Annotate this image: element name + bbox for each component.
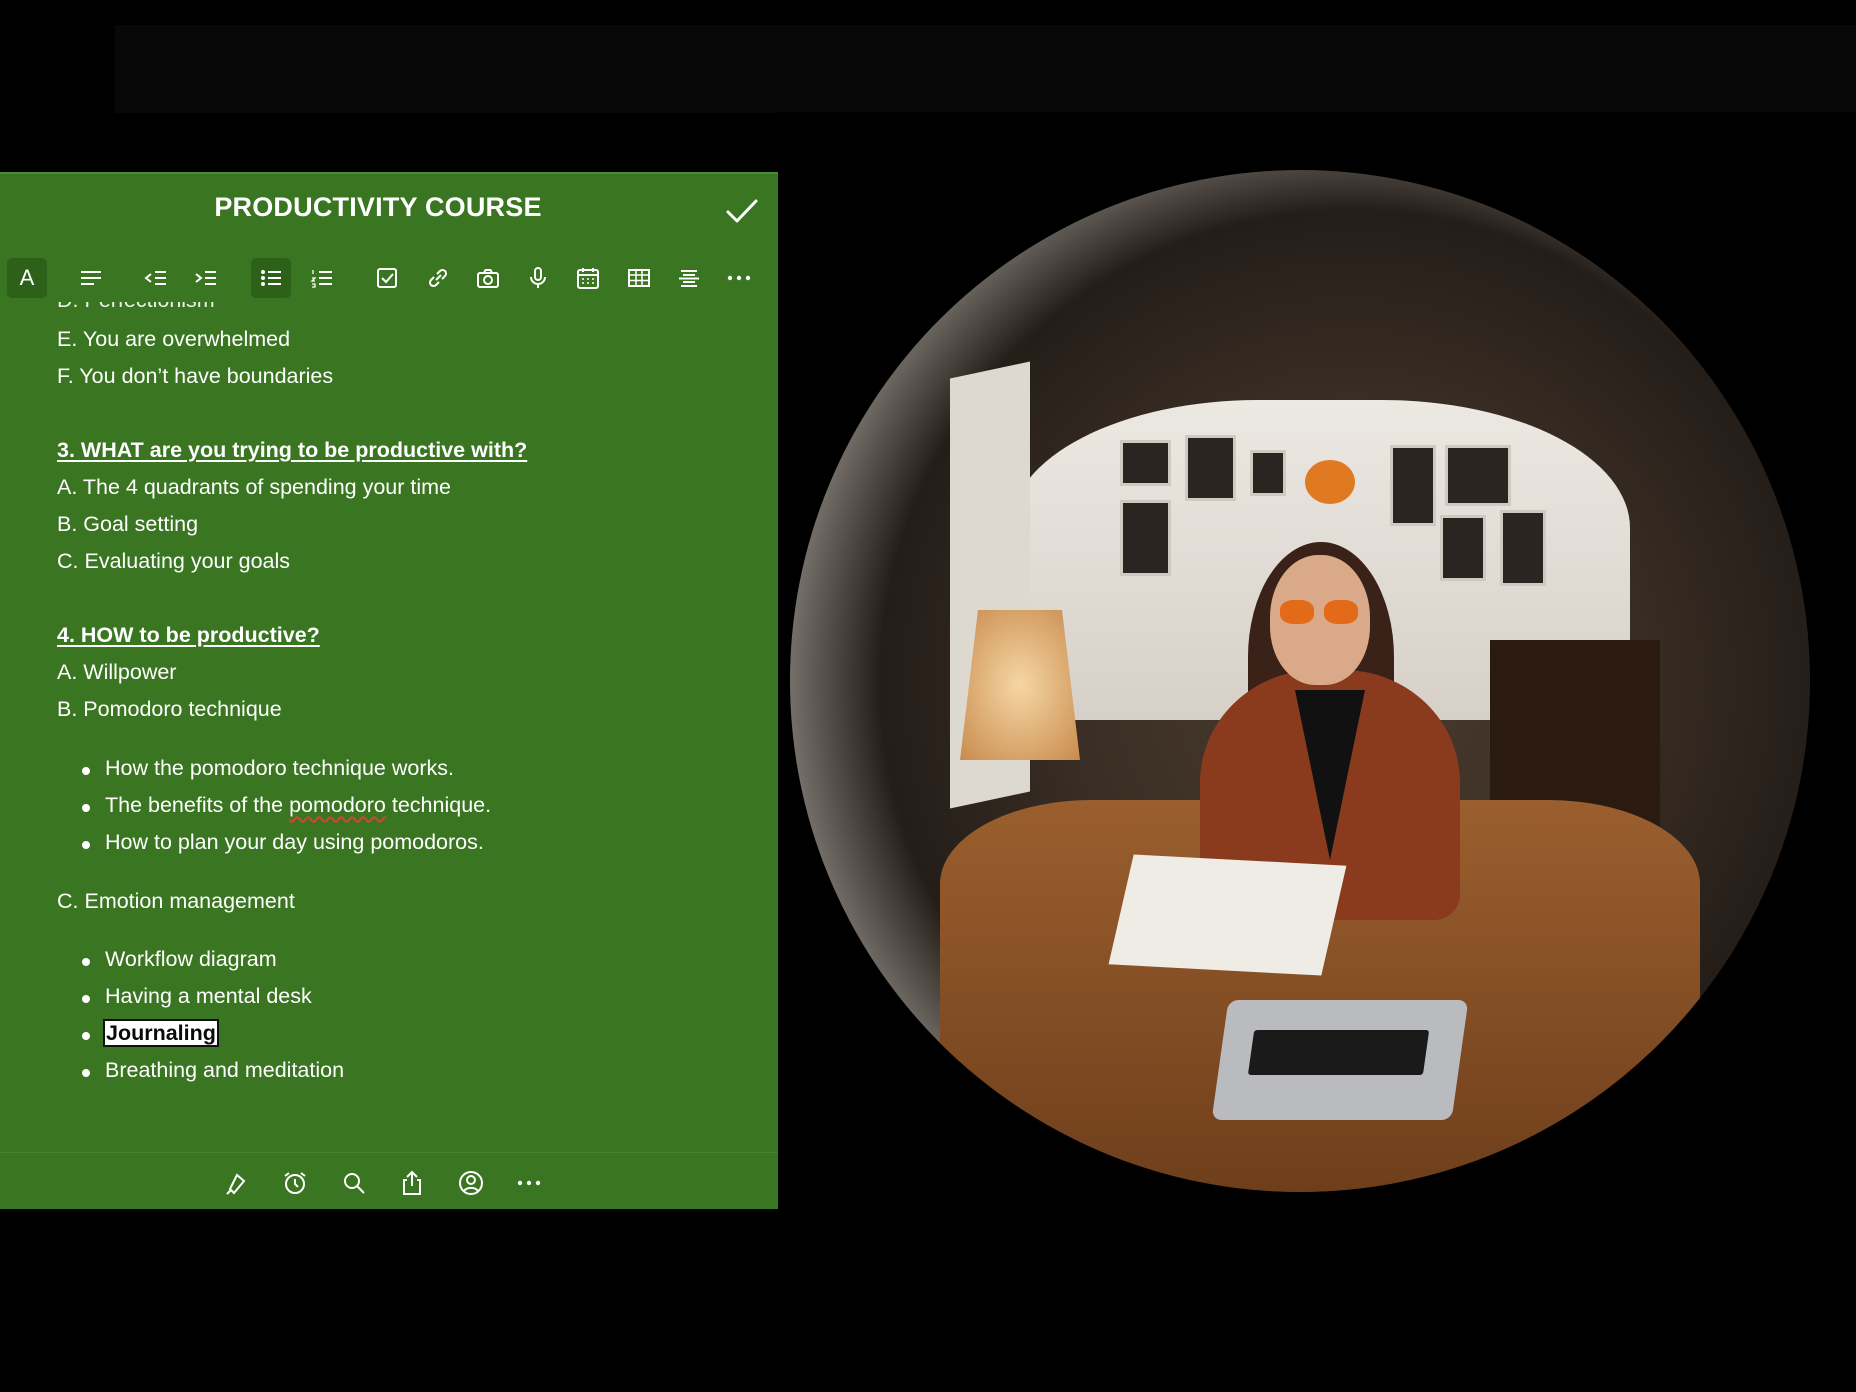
toolbar-more-button[interactable] [719, 258, 759, 298]
note-title: PRODUCTIVITY COURSE [214, 192, 542, 222]
share-note-button[interactable] [454, 1166, 488, 1200]
pendant-lamp [1305, 460, 1355, 504]
fisheye-video-frame [778, 112, 1856, 1392]
highlighter-button[interactable] [219, 1166, 253, 1200]
bullet-dot [82, 767, 90, 775]
indent-icon [195, 271, 216, 285]
reminder-button[interactable] [278, 1166, 312, 1200]
wall-picture-frame [1500, 510, 1546, 586]
outdent-button[interactable] [136, 258, 176, 298]
section-heading-4: 4. HOW to be productive? [57, 623, 320, 647]
share-button[interactable] [395, 1166, 429, 1200]
formatting-toolbar: A [0, 258, 778, 302]
note-line-4c: C. Emotion management [57, 889, 295, 913]
highlighter-icon [226, 1173, 246, 1195]
laptop [1211, 1000, 1469, 1120]
bulleted-list-button[interactable] [251, 258, 291, 298]
table-button[interactable] [619, 258, 659, 298]
bottom-more-button[interactable] [512, 1166, 546, 1200]
bullet-dot [82, 995, 90, 1003]
strikethrough-button[interactable] [669, 258, 709, 298]
camera-icon [477, 269, 499, 288]
indent-button[interactable] [186, 258, 226, 298]
paragraph-align-icon [81, 271, 101, 285]
wall-picture-frame [1445, 445, 1511, 506]
more-dots-icon [517, 1180, 541, 1186]
bottom-action-bar [0, 1152, 778, 1209]
fisheye-room-image [790, 170, 1810, 1192]
list-item-pomodoro-2: The benefits of the pomodoro technique. [105, 793, 491, 818]
list-item-emotion-4: Breathing and meditation [105, 1058, 345, 1082]
list-item-emotion-3: Journaling [103, 1019, 219, 1047]
bulleted-list-icon [261, 270, 281, 286]
checkbox-button[interactable] [367, 258, 407, 298]
done-checkmark-button[interactable] [724, 196, 760, 226]
orange-sunglasses [1280, 600, 1360, 626]
list-item-pomodoro-1: How the pomodoro technique works. [105, 756, 454, 780]
list-item-emotion-1: Workflow diagram [105, 947, 277, 971]
note-line-3a: A. The 4 quadrants of spending your time [57, 475, 452, 499]
list-item-text: The benefits of the [105, 793, 290, 817]
calendar-button[interactable] [568, 258, 608, 298]
link-button[interactable] [418, 258, 458, 298]
list-item-pomodoro-3: How to plan your day using pomodoros. [105, 830, 484, 854]
microphone-icon [530, 267, 546, 288]
top-dark-band [115, 25, 1856, 113]
open-notebook [1108, 854, 1347, 976]
outdent-icon [144, 271, 166, 285]
camera-button[interactable] [468, 258, 508, 298]
strikethrough-icon [679, 270, 699, 287]
selected-text-highlight[interactable]: Journaling [103, 1019, 219, 1047]
paragraph-style-button[interactable] [71, 258, 111, 298]
wall-picture-frame [1120, 440, 1171, 486]
note-line-e: E. You are overwhelmed [57, 327, 291, 351]
bullet-dot [82, 958, 90, 966]
font-style-button[interactable]: A [7, 258, 47, 298]
numbered-list-icon [310, 270, 332, 288]
more-dots-icon [727, 275, 751, 281]
search-button[interactable] [337, 1166, 371, 1200]
list-item-emotion-2: Having a mental desk [105, 984, 312, 1008]
list-item-text: technique. [385, 793, 492, 817]
checkmark-icon [726, 199, 758, 223]
wall-picture-frame [1440, 515, 1486, 581]
font-a-icon: A [19, 265, 35, 290]
bullet-dot [82, 1032, 90, 1040]
misspelled-word: pomodoro [289, 793, 386, 817]
bullet-dot [82, 841, 90, 849]
search-icon [344, 1173, 365, 1194]
share-icon [403, 1170, 421, 1195]
wall-picture-frame [1120, 500, 1171, 576]
checkbox-icon [377, 268, 397, 288]
calendar-icon [577, 268, 599, 289]
note-line-3c: C. Evaluating your goals [57, 549, 291, 573]
note-line-f: F. You don’t have boundaries [57, 364, 334, 388]
table-icon [628, 269, 650, 287]
person-circle-icon [459, 1171, 483, 1195]
bullet-dot [82, 1069, 90, 1077]
microphone-button[interactable] [518, 258, 558, 298]
note-content[interactable]: D. Perfectionism E. You are overwhelmed … [0, 302, 778, 1209]
laptop-keyboard [1247, 1030, 1430, 1075]
wall-picture-frame [1390, 445, 1436, 526]
section-heading-3: 3. WHAT are you trying to be productive … [57, 438, 528, 462]
numbered-list-button[interactable] [302, 258, 342, 298]
wall-picture-frame [1250, 450, 1286, 496]
note-line-4a: A. Willpower [57, 660, 177, 684]
alarm-clock-icon [284, 1172, 306, 1194]
table-lamp [960, 610, 1080, 760]
note-editor-panel: PRODUCTIVITY COURSE A D. Perfectionism E… [0, 172, 778, 1209]
link-icon [428, 268, 448, 288]
bullet-dot [82, 804, 90, 812]
note-line-4b: B. Pomodoro technique [57, 697, 282, 721]
wall-picture-frame [1185, 435, 1236, 501]
note-line-3b: B. Goal setting [57, 512, 199, 536]
